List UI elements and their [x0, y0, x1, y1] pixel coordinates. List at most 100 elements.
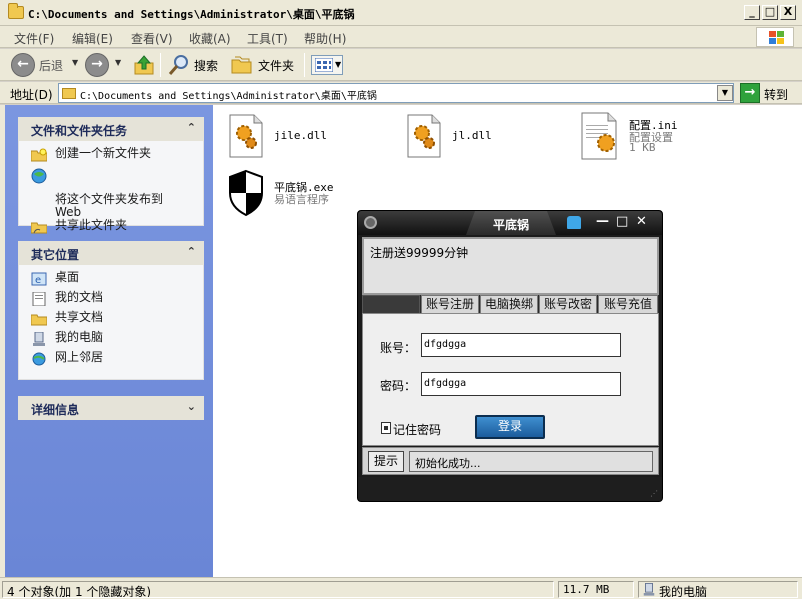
back-arrow-icon[interactable]: ← [11, 53, 35, 77]
folder-icon [62, 88, 76, 99]
account-label: 账号： [380, 341, 417, 355]
menu-favorites[interactable]: 收藏(A) [189, 30, 231, 47]
file-folder-tasks-panel: 文件和文件夹任务 ⌃ 创建一个新文件夹 将这个文件夹发布到 Web 共享此文件夹 [18, 117, 204, 234]
expand-chevron-icon[interactable]: ⌄ [187, 400, 196, 413]
dialog-minimize-button[interactable]: — [596, 214, 609, 229]
panel-header[interactable]: 详细信息 ⌄ [18, 396, 204, 420]
menu-help[interactable]: 帮助(H) [304, 30, 346, 47]
file-item[interactable]: jl.dll [404, 113, 524, 161]
up-folder-icon[interactable] [133, 54, 155, 76]
place-my-documents[interactable]: 我的文档 [31, 291, 203, 311]
folders-button-label[interactable]: 文件夹 [258, 57, 294, 74]
ini-file-icon [581, 112, 617, 160]
views-dropdown-caret: ▼ [335, 60, 342, 69]
place-label: 共享文档 [55, 310, 104, 324]
file-name: jile.dll [274, 129, 327, 142]
task-label: 将这个文件夹发布到 Web [55, 192, 164, 219]
account-input[interactable]: dfgdgga [421, 333, 621, 357]
my-documents-icon [32, 292, 46, 306]
exe-shield-icon [229, 169, 263, 217]
status-location: 我的电脑 [638, 581, 798, 598]
status-message: 初始化成功... [409, 451, 653, 472]
panel-body: e 桌面 我的文档 共享文档 我的电脑 网上邻居 [18, 265, 204, 380]
tab-change-password[interactable]: 账号改密 [539, 295, 597, 313]
desktop-icon: e [31, 272, 47, 286]
close-button[interactable]: X [780, 5, 796, 20]
remember-password-label[interactable]: 记住密码 [393, 421, 441, 438]
menu-view[interactable]: 查看(V) [131, 30, 173, 47]
my-computer-icon [33, 332, 45, 346]
place-label: 我的文档 [55, 290, 104, 304]
dialog-title: 平底锅 [492, 218, 529, 232]
file-item[interactable]: 平底锅.exe 易语言程序 [226, 169, 356, 217]
file-item[interactable]: jile.dll [226, 113, 346, 161]
tab-recharge[interactable]: 账号充值 [598, 295, 658, 313]
menu-tools[interactable]: 工具(T) [247, 30, 288, 47]
details-panel: 详细信息 ⌄ [18, 396, 204, 420]
remember-password-checkbox[interactable] [381, 422, 391, 434]
status-location-label: 我的电脑 [659, 585, 708, 598]
task-publish-web[interactable]: 将这个文件夹发布到 Web [31, 167, 203, 219]
menu-file[interactable]: 文件(F) [14, 30, 54, 47]
dialog-title-bar[interactable]: 平底锅 — □ ✕ [358, 211, 662, 235]
minimize-button[interactable]: _ [744, 5, 760, 20]
tab-register[interactable]: 账号注册 [421, 295, 479, 313]
place-network[interactable]: 网上邻居 [31, 351, 203, 371]
notice-text: 注册送99999分钟 [370, 246, 469, 260]
folders-icon[interactable] [231, 55, 253, 75]
file-item[interactable]: 配置.ini 配置设置 1 KB [578, 111, 708, 163]
forward-arrow-icon[interactable]: → [85, 53, 109, 77]
window-title: C:\Documents and Settings\Administrator\… [28, 8, 355, 21]
panel-title: 详细信息 [31, 403, 80, 417]
publish-web-icon [31, 168, 47, 184]
go-button[interactable]: → 转到 [740, 83, 798, 103]
search-icon[interactable] [168, 54, 190, 76]
panel-header[interactable]: 其它位置 ⌃ [18, 241, 204, 265]
shared-documents-icon [31, 314, 47, 326]
tab-login[interactable] [362, 295, 420, 313]
back-button-label[interactable]: 后退 [39, 57, 63, 74]
password-input[interactable]: dfgdgga [421, 372, 621, 396]
login-dialog: 平底锅 — □ ✕ 注册送99999分钟 账号注册 电脑换绑 账号改密 账号充值… [357, 210, 663, 502]
address-dropdown-button[interactable]: ▼ [717, 85, 733, 101]
task-new-folder[interactable]: 创建一个新文件夹 [31, 147, 203, 167]
go-arrow-icon: → [740, 83, 760, 103]
task-share-folder[interactable]: 共享此文件夹 [31, 219, 203, 239]
go-button-label: 转到 [764, 88, 789, 102]
tab-rebind[interactable]: 电脑换绑 [480, 295, 538, 313]
place-desktop[interactable]: e 桌面 [31, 271, 203, 291]
place-shared-documents[interactable]: 共享文档 [31, 311, 203, 331]
password-label: 密码： [380, 379, 417, 393]
shirt-skin-icon[interactable] [567, 216, 581, 229]
search-button-label[interactable]: 搜索 [194, 57, 218, 74]
new-folder-icon [31, 148, 47, 162]
address-value[interactable]: C:\Documents and Settings\Administrator\… [80, 87, 377, 102]
panel-title: 其它位置 [31, 248, 80, 262]
toolbar-separator [304, 53, 305, 77]
collapse-chevron-icon[interactable]: ⌃ [187, 245, 196, 258]
views-button[interactable]: ▼ [311, 55, 343, 75]
toolbar-separator [160, 53, 161, 77]
resize-grip-icon[interactable]: ⋰ [650, 489, 658, 498]
dialog-close-button[interactable]: ✕ [636, 214, 647, 229]
hint-button[interactable]: 提示 [368, 451, 404, 472]
file-name: jl.dll [452, 129, 492, 142]
address-bar: 地址(D) C:\Documents and Settings\Administ… [0, 82, 802, 104]
network-places-icon [32, 352, 46, 366]
dialog-maximize-button[interactable]: □ [616, 214, 628, 229]
collapse-chevron-icon[interactable]: ⌃ [187, 121, 196, 134]
back-history-dropdown[interactable]: ▼ [72, 58, 78, 67]
status-object-count: 4 个对象(加 1 个隐藏对象) [2, 581, 554, 598]
address-label: 地址(D) [10, 88, 53, 102]
menu-bar: 文件(F) 编辑(E) 查看(V) 收藏(A) 工具(T) 帮助(H) [0, 26, 802, 48]
other-places-panel: 其它位置 ⌃ e 桌面 我的文档 共享文档 我的电脑 网上邻居 [18, 241, 204, 380]
login-button[interactable]: 登录 [475, 415, 545, 439]
folder-icon [8, 3, 24, 19]
panel-header[interactable]: 文件和文件夹任务 ⌃ [18, 117, 204, 141]
title-bar: C:\Documents and Settings\Administrator\… [0, 0, 802, 26]
menu-edit[interactable]: 编辑(E) [72, 30, 113, 47]
maximize-button[interactable]: □ [762, 5, 778, 20]
place-my-computer[interactable]: 我的电脑 [31, 331, 203, 351]
forward-history-dropdown[interactable]: ▼ [115, 58, 121, 67]
address-input[interactable]: C:\Documents and Settings\Administrator\… [58, 83, 734, 103]
